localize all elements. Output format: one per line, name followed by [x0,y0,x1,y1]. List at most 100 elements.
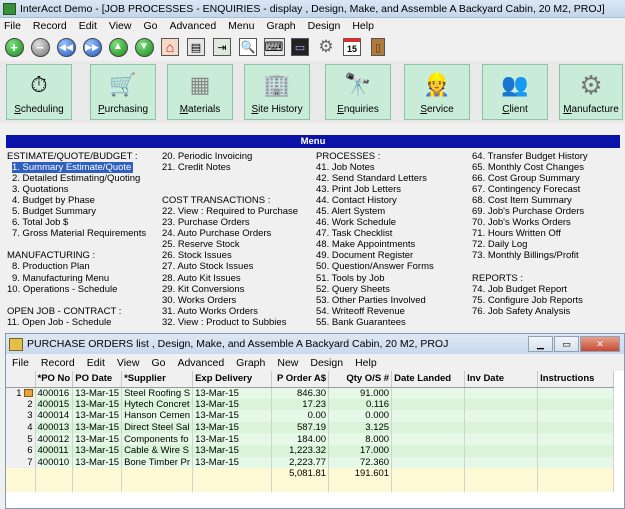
cell-exp-delivery[interactable]: 13-Mar-15 [192,398,273,411]
menu-item-jobs-purchase-orders[interactable]: 69. Job's Purchase Orders [472,206,588,217]
cell-po-no[interactable]: 400014 [35,410,74,422]
cell-inv-date[interactable] [464,387,539,399]
menu-edit[interactable]: Edit [73,20,103,32]
table-row[interactable]: 2 400015 13-Mar-15 Hytech Concret 13-Mar… [6,398,615,411]
settings-button[interactable]: ⚙ [315,36,337,58]
cell-po-date[interactable]: 13-Mar-15 [72,433,123,445]
col-header-po-date[interactable]: PO Date [72,371,123,388]
child-menu-new[interactable]: New [271,357,304,369]
menu-item-document-register[interactable]: 49. Document Register [316,250,434,261]
export-button[interactable]: ⇥ [211,36,233,58]
close-button[interactable]: ✕ [580,336,620,352]
cell-p-order[interactable]: 2,223.77 [271,456,330,469]
cell-po-date[interactable]: 13-Mar-15 [72,410,123,422]
menu-item-summary-estimate[interactable]: 1. Summary Estimate/Quote [12,162,134,174]
menu-item-task-checklist[interactable]: 47. Task Checklist [316,228,434,239]
add-record-button[interactable]: + [3,36,25,58]
cell-qty-os[interactable]: 72.360 [328,456,393,469]
col-header-date-landed[interactable]: Date Landed [391,371,466,388]
col-header-supplier[interactable]: *Supplier [121,371,194,388]
menu-item-auto-works-orders[interactable]: 31. Auto Works Orders [162,306,298,317]
child-menu-graph[interactable]: Graph [230,357,271,369]
menu-item-job-budget-report[interactable]: 74. Job Budget Report [472,284,588,295]
menu-item-daily-log[interactable]: 72. Daily Log [472,239,588,250]
menu-item-gross-material[interactable]: 7. Gross Material Requirements [7,228,146,239]
cell-inv-date[interactable] [464,421,539,434]
cell-exp-delivery[interactable]: 13-Mar-15 [192,387,273,399]
cell-date-landed[interactable] [391,421,466,434]
menu-item-open-job-schedule[interactable]: 11. Open Job - Schedule [7,317,146,328]
module-site-history-button[interactable]: 🏢 Site History [244,64,310,120]
menu-view[interactable]: View [103,20,138,32]
cell-supplier[interactable]: Direct Steel Sal [121,421,194,434]
cell-exp-delivery[interactable]: 13-Mar-15 [192,456,273,469]
cell-exp-delivery[interactable]: 13-Mar-15 [192,421,273,434]
cell-po-no[interactable]: 400010 [35,456,74,469]
menu-help[interactable]: Help [346,20,380,32]
table-row[interactable]: 5 400012 13-Mar-15 Components fo 13-Mar-… [6,433,615,445]
menu-item-job-safety-analysis[interactable]: 76. Job Safety Analysis [472,306,588,317]
delete-record-button[interactable]: − [29,36,51,58]
menu-item-auto-stock-issues[interactable]: 27. Auto Stock Issues [162,261,298,272]
cell-qty-os[interactable]: 0.116 [328,398,393,411]
menu-item-auto-kit-issues[interactable]: 28. Auto Kit Issues [162,273,298,284]
next-record-button[interactable]: ▼ [133,36,155,58]
menu-item-operations-schedule[interactable]: 10. Operations - Schedule [7,284,146,295]
menu-item-periodic-invoicing[interactable]: 20. Periodic Invoicing [162,151,298,162]
child-menu-design[interactable]: Design [304,357,349,369]
cell-date-landed[interactable] [391,433,466,445]
menu-item-other-parties[interactable]: 53. Other Parties Involved [316,295,434,306]
cell-po-date[interactable]: 13-Mar-15 [72,456,123,469]
menu-item-works-orders[interactable]: 30. Works Orders [162,295,298,306]
cell-p-order[interactable]: 1,223.32 [271,444,330,457]
first-record-button[interactable]: ◀◀ [55,36,77,58]
cell-qty-os[interactable]: 17.000 [328,444,393,457]
cell-po-no[interactable]: 400016 [35,387,74,399]
child-menu-view[interactable]: View [111,357,146,369]
cell-date-landed[interactable] [391,456,466,469]
menu-item-kit-conversions[interactable]: 29. Kit Conversions [162,284,298,295]
module-scheduling-button[interactable]: ⏱ Scheduling [6,64,72,120]
menu-item-credit-notes[interactable]: 21. Credit Notes [162,162,298,173]
exit-button[interactable]: ▯ [367,36,389,58]
child-menu-record[interactable]: Record [35,357,81,369]
menu-item-alert-system[interactable]: 45. Alert System [316,206,434,217]
maximize-button[interactable]: ▭ [554,336,579,352]
menu-item-transfer-budget-history[interactable]: 64. Transfer Budget History [472,151,588,162]
child-menu-advanced[interactable]: Advanced [171,357,230,369]
menu-item-auto-purchase-orders[interactable]: 24. Auto Purchase Orders [162,228,298,239]
last-record-button[interactable]: ▶▶ [81,36,103,58]
child-menu-file[interactable]: File [6,357,35,369]
menu-item-bank-guarantees[interactable]: 55. Bank Guarantees [316,317,434,328]
table-row[interactable]: 4 400013 13-Mar-15 Direct Steel Sal 13-M… [6,421,615,434]
module-client-button[interactable]: 👥 Client [482,64,548,120]
cell-p-order[interactable]: 184.00 [271,433,330,445]
cell-exp-delivery[interactable]: 13-Mar-15 [192,410,273,422]
cell-po-date[interactable]: 13-Mar-15 [72,387,123,399]
menu-item-job-notes[interactable]: 41. Job Notes [316,162,434,173]
module-enquiries-button[interactable]: 🔭 Enquiries [325,64,391,120]
module-purchasing-button[interactable]: 🛒 Purchasing [90,64,156,120]
table-row[interactable]: 1 400016 13-Mar-15 Steel Roofing S 13-Ma… [6,387,615,399]
cell-supplier[interactable]: Components fo [121,433,194,445]
table-row[interactable]: 7 400010 13-Mar-15 Bone Timber Pr 13-Mar… [6,456,615,469]
cell-date-landed[interactable] [391,398,466,411]
cell-po-no[interactable]: 400013 [35,421,74,434]
calendar-button[interactable]: 15 [341,36,363,58]
module-service-button[interactable]: 👷 Service [404,64,470,120]
menu-item-production-plan[interactable]: 8. Production Plan [7,261,146,272]
menu-item-cost-item-summary[interactable]: 68. Cost Item Summary [472,195,588,206]
cell-po-no[interactable]: 400015 [35,398,74,411]
cell-po-no[interactable]: 400012 [35,433,74,445]
menu-item-contact-history[interactable]: 44. Contact History [316,195,434,206]
cell-qty-os[interactable]: 8.000 [328,433,393,445]
menu-item-print-job-letters[interactable]: 43. Print Job Letters [316,184,434,195]
cell-p-order[interactable]: 846.30 [271,387,330,399]
menu-item-detailed-estimating[interactable]: 2. Detailed Estimating/Quoting [7,173,146,184]
menu-item-monthly-billings[interactable]: 73. Monthly Billings/Profit [472,250,588,261]
cell-instructions[interactable] [537,421,615,434]
cell-date-landed[interactable] [391,410,466,422]
cell-supplier[interactable]: Steel Roofing S [121,387,194,399]
cell-instructions[interactable] [537,456,615,469]
cell-p-order[interactable]: 587.19 [271,421,330,434]
